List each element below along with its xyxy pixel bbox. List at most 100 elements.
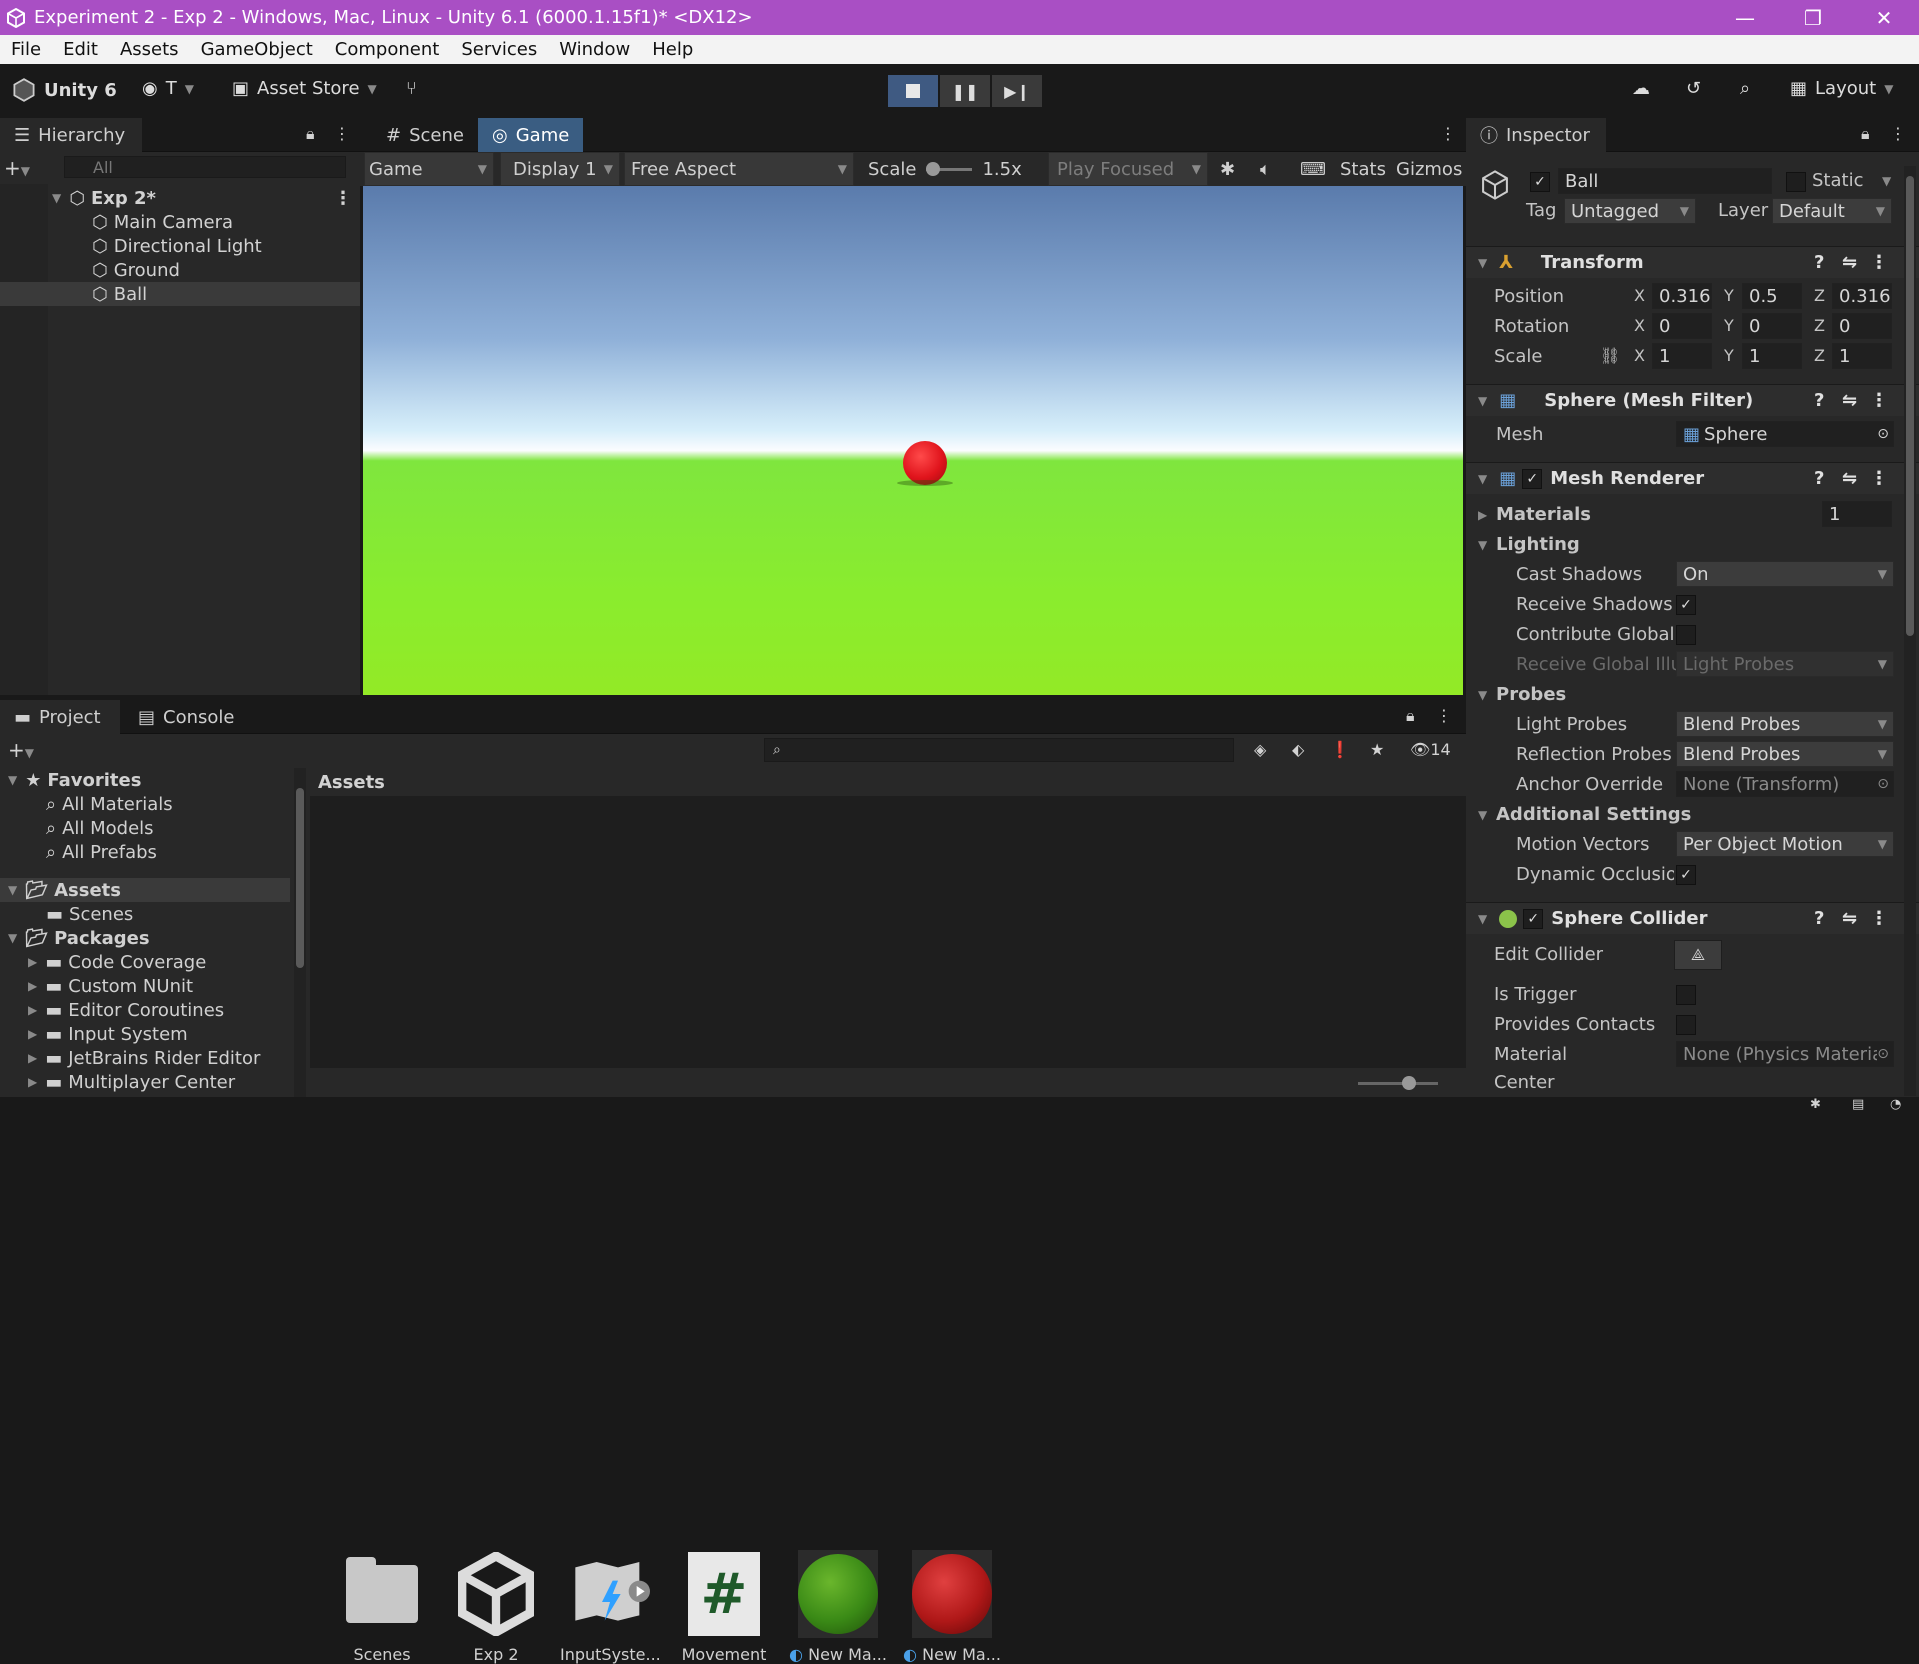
tree-all-materials[interactable]: ⌕ All Materials <box>46 792 173 816</box>
thumbnail-size-slider[interactable] <box>1358 1076 1438 1090</box>
menu-file[interactable]: File <box>0 39 52 60</box>
expand-arrow-icon[interactable]: ▼ <box>1478 688 1487 702</box>
receive-shadows-checkbox[interactable]: ✓ <box>1676 595 1696 615</box>
menu-edit[interactable]: Edit <box>52 39 109 60</box>
layer-dropdown[interactable]: Default ▼ <box>1772 198 1892 224</box>
pause-button[interactable]: ❚❚ <box>940 75 990 107</box>
sphere-collider-header[interactable]: ▼ ✓ Sphere Collider ? ⇋ ⋮ <box>1466 902 1919 934</box>
contribute-global-checkbox[interactable] <box>1676 625 1696 645</box>
progress-icon[interactable]: ◔ <box>1890 1097 1901 1112</box>
more-icon[interactable]: ⋮ <box>1436 706 1452 725</box>
hierarchy-item-ball[interactable]: ⬡ Ball <box>0 282 360 306</box>
more-icon[interactable]: ⋮ <box>334 124 350 143</box>
tree-all-models[interactable]: ⌕ All Models <box>46 816 154 840</box>
link-icon[interactable]: ⛓ <box>1600 346 1620 365</box>
materials-count-field[interactable]: 1 <box>1822 501 1892 527</box>
help-icon[interactable]: ? <box>1814 468 1824 489</box>
asset-material-red[interactable]: ◐ New Ma... <box>902 1549 1002 1664</box>
star-icon[interactable]: ★ <box>1370 740 1384 759</box>
warning-icon[interactable]: ❗ <box>1330 740 1350 759</box>
create-button[interactable]: +▼ <box>4 156 30 180</box>
tree-scrollbar-thumb[interactable] <box>296 788 304 968</box>
asset-scenes-folder[interactable]: Scenes <box>332 1549 432 1664</box>
scale-z-field[interactable]: 1 <box>1832 343 1892 369</box>
menu-assets[interactable]: Assets <box>109 39 190 60</box>
edit-collider-button[interactable]: ⟁ <box>1674 940 1722 970</box>
menu-component[interactable]: Component <box>324 39 451 60</box>
tab-scene[interactable]: # Scene <box>372 118 478 152</box>
lock-icon[interactable]: 🔒︎ <box>1406 706 1415 726</box>
unity-home-button[interactable]: Unity 6 <box>12 78 117 102</box>
tab-console[interactable]: ▤ Console <box>124 700 248 734</box>
asset-material-green[interactable]: ◐ New Ma... <box>788 1549 888 1664</box>
play-button[interactable] <box>888 75 938 107</box>
help-icon[interactable]: ? <box>1814 908 1824 929</box>
inspector-scrollbar-thumb[interactable] <box>1906 176 1914 636</box>
close-button[interactable]: ✕ <box>1854 0 1914 35</box>
position-y-field[interactable]: 0.5 <box>1742 283 1802 309</box>
hidden-packages-toggle[interactable]: 👁︎14 <box>1410 740 1451 759</box>
transform-header[interactable]: ▼ ⅄ Transform ? ⇋ ⋮ <box>1466 246 1919 278</box>
position-z-field[interactable]: 0.3168 <box>1832 283 1892 309</box>
inspector-scrollbar[interactable] <box>1904 166 1916 1096</box>
tree-scenes[interactable]: ▬ Scenes <box>46 902 133 926</box>
light-probes-dropdown[interactable]: Blend Probes ▼ <box>1676 711 1894 737</box>
scale-y-field[interactable]: 1 <box>1742 343 1802 369</box>
tree-all-prefabs[interactable]: ⌕ All Prefabs <box>46 840 157 864</box>
active-checkbox[interactable]: ✓ <box>1530 172 1550 192</box>
play-focused-dropdown[interactable]: Play Focused ▼ <box>1048 152 1208 186</box>
mesh-field[interactable]: ▦ Sphere ⊙ <box>1676 421 1894 447</box>
tag-dropdown[interactable]: Untagged ▼ <box>1564 198 1696 224</box>
tree-package-item[interactable]: ▶ ▬ Code Coverage <box>28 950 206 974</box>
hierarchy-item-directional-light[interactable]: ⬡ Directional Light <box>0 234 360 258</box>
scale-slider[interactable] <box>926 161 973 176</box>
tab-hierarchy[interactable]: ☰ Hierarchy <box>0 118 142 152</box>
tree-assets[interactable]: ▼ 📂︎ Assets <box>0 878 290 902</box>
mesh-filter-header[interactable]: ▼ ▦ Sphere (Mesh Filter) ? ⇋ ⋮ <box>1466 384 1919 416</box>
more-icon[interactable]: ⋮ <box>1870 468 1888 489</box>
bug-icon[interactable]: ✱ <box>1810 1097 1821 1112</box>
help-icon[interactable]: ? <box>1814 252 1824 273</box>
cast-shadows-dropdown[interactable]: On ▼ <box>1676 561 1894 587</box>
lock-icon[interactable]: 🔒︎ <box>306 124 315 144</box>
step-button[interactable]: ▶❙ <box>992 75 1042 107</box>
provides-contacts-checkbox[interactable] <box>1676 1015 1696 1035</box>
more-icon[interactable]: ⋮ <box>1440 124 1456 143</box>
restore-button[interactable]: ❐ <box>1783 0 1843 35</box>
stats-button[interactable]: Stats <box>1340 152 1386 186</box>
mesh-renderer-enabled-checkbox[interactable]: ✓ <box>1522 468 1543 489</box>
object-picker-icon[interactable]: ⊙ <box>1877 426 1889 442</box>
project-search-input[interactable]: ⌕ <box>764 738 1234 762</box>
mute-button[interactable]: 🔈︎ <box>1260 152 1271 186</box>
object-picker-icon[interactable]: ⊙ <box>1877 776 1889 792</box>
aspect-dropdown[interactable]: Free Aspect ▼ <box>624 152 854 186</box>
more-icon[interactable]: ⋮ <box>1870 252 1888 273</box>
version-control-button[interactable]: ⑂ <box>406 78 417 99</box>
hierarchy-item-main-camera[interactable]: ⬡ Main Camera <box>0 210 360 234</box>
gizmos-button[interactable]: Gizmos <box>1396 152 1462 186</box>
collider-material-field[interactable]: None (Physics Materia ⊙ <box>1676 1041 1894 1067</box>
asset-movement-script[interactable]: # Movement <box>674 1549 774 1664</box>
object-picker-icon[interactable]: ⊙ <box>1877 1046 1889 1062</box>
lock-icon[interactable]: 🔒︎ <box>1861 124 1870 144</box>
bug-button[interactable]: ✱ <box>1220 152 1235 186</box>
presets-icon[interactable]: ⇋ <box>1842 390 1857 411</box>
shortcuts-button[interactable]: ⌨ <box>1300 152 1326 186</box>
menu-window[interactable]: Window <box>548 39 641 60</box>
tree-scrollbar[interactable] <box>294 768 306 1098</box>
position-x-field[interactable]: 0.3168 <box>1652 283 1712 309</box>
menu-gameobject[interactable]: GameObject <box>190 39 324 60</box>
tree-package-item[interactable]: ▶ ▬ Editor Coroutines <box>28 998 224 1022</box>
display-dropdown[interactable]: Display 1 ▼ <box>500 152 620 186</box>
more-icon[interactable]: ⋮ <box>1870 908 1888 929</box>
tab-game[interactable]: ◎ Game <box>478 118 584 152</box>
scene-row[interactable]: ▼ ⬡ Exp 2* ⋮ <box>0 186 360 210</box>
network-icon[interactable]: ▤ <box>1852 1097 1864 1112</box>
rotation-x-field[interactable]: 0 <box>1652 313 1712 339</box>
tree-package-item[interactable]: ▶ ▬ Multiplayer Center <box>28 1070 235 1094</box>
cloud-button[interactable]: ☁ <box>1632 78 1650 99</box>
tree-package-item[interactable]: ▶ ▬ Custom NUnit <box>28 974 193 998</box>
presets-icon[interactable]: ⇋ <box>1842 908 1857 929</box>
more-icon[interactable]: ⋮ <box>1890 124 1906 143</box>
scale-x-field[interactable]: 1 <box>1652 343 1712 369</box>
